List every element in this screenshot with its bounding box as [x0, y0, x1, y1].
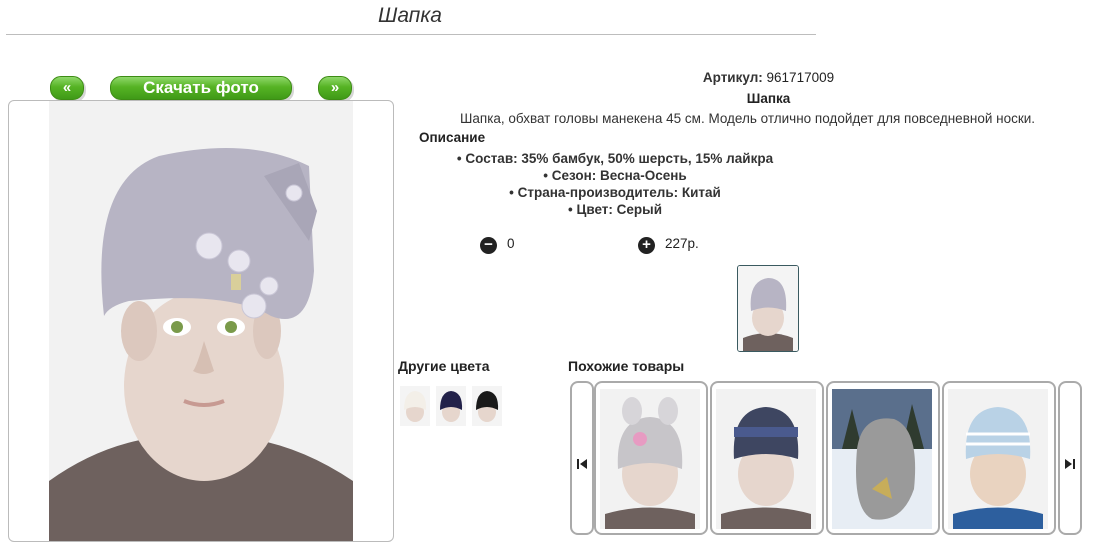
spec-item: Страна-производитель: Китай	[400, 184, 830, 201]
download-photo-button[interactable]: Скачать фото	[110, 76, 292, 100]
title-divider	[6, 34, 816, 35]
article-value: 961717009	[766, 70, 835, 85]
spec-item: Сезон: Весна-Осень	[400, 167, 830, 184]
description-heading: Описание	[419, 130, 486, 145]
similar-products-heading: Похожие товары	[568, 358, 685, 374]
similar-product-card[interactable]	[594, 381, 708, 535]
similar-product-card[interactable]	[942, 381, 1056, 535]
quantity-value: 0	[507, 236, 515, 251]
color-option-white[interactable]	[400, 386, 430, 426]
similar-product-card[interactable]	[710, 381, 824, 535]
photo-thumbnail[interactable]	[737, 265, 799, 352]
similar-product-card[interactable]	[826, 381, 940, 535]
article-row: Артикул: 961717009	[400, 70, 1106, 85]
specs-list: Состав: 35% бамбук, 50% шерсть, 15% лайк…	[400, 150, 830, 218]
next-photo-button[interactable]: »	[318, 76, 352, 100]
carousel-next-icon[interactable]	[1058, 381, 1082, 535]
carousel-prev-icon[interactable]	[570, 381, 594, 535]
product-name: Шапка	[746, 91, 791, 106]
other-colors-heading: Другие цвета	[398, 358, 490, 374]
product-photo[interactable]	[8, 100, 394, 542]
article-label: Артикул:	[702, 70, 763, 85]
spec-item: Состав: 35% бамбук, 50% шерсть, 15% лайк…	[400, 150, 830, 167]
price-value: 227р.	[665, 236, 699, 251]
color-option-black[interactable]	[472, 386, 502, 426]
color-option-navy[interactable]	[436, 386, 466, 426]
spec-item: Цвет: Серый	[400, 201, 830, 218]
plus-icon[interactable]: +	[638, 237, 655, 254]
product-description: Шапка, обхват головы манекена 45 см. Мод…	[460, 111, 1036, 126]
page-title: Шапка	[378, 4, 442, 27]
previous-photo-button[interactable]: «	[50, 76, 84, 100]
minus-icon[interactable]: −	[480, 237, 497, 254]
